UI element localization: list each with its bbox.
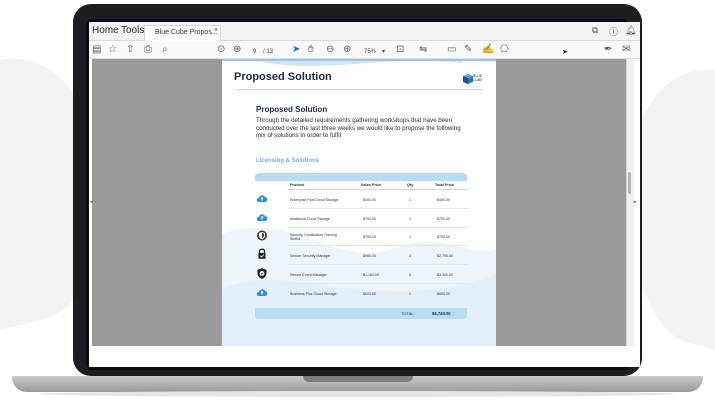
zoom-out-icon[interactable]: ⊖ (326, 43, 334, 56)
cloud-upload-icon (256, 289, 268, 296)
cloud-upload-icon (256, 214, 268, 221)
select-cursor-icon[interactable]: ➤ (292, 43, 300, 56)
left-panel-toggle-icon[interactable]: ◂ (90, 199, 93, 205)
sales-price: $900.00 (363, 254, 376, 258)
laptop-notch (303, 376, 413, 382)
page-down-icon[interactable]: ⊕ (233, 43, 241, 56)
total-price: $400.00 (437, 198, 450, 202)
toolbar: ▤ ☆ ⇧ ⎙ ⌕ ⊙ ⊕ 9 / 13 ➤ ✋︎ ⊖ ⊕ 75% ▾ ⊡ ⇋ … (89, 41, 640, 59)
total-value: $5,749.00 (432, 311, 451, 316)
stamp-icon[interactable]: ⎔ (500, 43, 509, 56)
total-label: TOTAL: (401, 311, 415, 316)
row-divider (288, 227, 468, 228)
licensing-title: Licensing & Solutions (256, 158, 320, 164)
row-divider (288, 245, 468, 246)
section-title: Proposed Solution (256, 105, 328, 114)
total-price: $600.00 (437, 292, 450, 296)
fill-sign-icon[interactable]: ✒ (604, 43, 612, 56)
scroll-mode-icon[interactable]: ⇋ (419, 43, 427, 56)
padlock-icon (258, 248, 266, 259)
help-icon[interactable]: ⓘ (609, 25, 618, 38)
total-price: $2,700.00 (437, 254, 453, 258)
fit-page-icon[interactable]: ⊡ (396, 43, 404, 56)
print-icon[interactable]: ⎙ (144, 43, 152, 56)
product-name: Business Plus Cloud Storage (290, 292, 337, 296)
sales-price: $400.00 (363, 198, 376, 202)
product-name: Secure Event Manager (290, 273, 327, 277)
viewer-margin-right (496, 59, 626, 346)
menu-bar: Home Tools Blue Cube Propos... × ⧉ ⓘ 🔔︎ (89, 22, 640, 41)
intro-paragraph: Through the detailed requirements gather… (256, 117, 461, 139)
upload-cloud-icon[interactable]: ⇧ (126, 43, 134, 56)
quantity: 1 (409, 292, 411, 296)
row-divider (288, 283, 468, 284)
row-divider (288, 208, 468, 209)
save-icon[interactable]: ▤ (92, 43, 101, 56)
document-tab[interactable]: Blue Cube Propos... (144, 25, 221, 41)
sales-price: $1,100.00 (363, 273, 379, 277)
menu-home[interactable]: Home (92, 25, 119, 36)
column-header-product: Product (290, 183, 305, 187)
product-name: Security Certification Training Sheild (290, 233, 337, 241)
quantity: 3 (409, 273, 411, 277)
share-screen-icon[interactable]: ⧉ (592, 25, 598, 36)
row-divider (288, 264, 468, 265)
laptop-shadow (40, 391, 675, 397)
total-price: $700.00 (437, 217, 450, 221)
zoom-in-icon[interactable]: ⊕ (343, 43, 351, 56)
column-header-qty: Qty (407, 183, 414, 187)
divider (234, 89, 484, 90)
product-name: Additional Cloud Storage (290, 217, 330, 221)
page-count: / 13 (263, 49, 274, 55)
menu-tools[interactable]: Tools (121, 25, 144, 36)
zoom-dropdown-icon[interactable]: ▾ (382, 46, 385, 59)
zoom-level[interactable]: 75% (364, 46, 376, 59)
laptop-screen: Home Tools Blue Cube Propos... × ⧉ ⓘ 🔔︎ … (89, 22, 640, 367)
quantity: 1 (409, 235, 411, 239)
hand-tool-icon[interactable]: ✋︎ (308, 43, 314, 56)
status-strip (89, 346, 640, 367)
notification-bell-icon[interactable]: 🔔︎ (625, 25, 636, 36)
sales-price: $700.00 (363, 217, 376, 221)
shield-check-icon (257, 268, 267, 279)
product-name: Enterprise Plus Cloud Storage (290, 198, 339, 202)
sales-price: $799.00 (363, 235, 376, 239)
search-icon[interactable]: ⌕ (162, 43, 168, 56)
column-header-total-price: Total Price (435, 183, 455, 187)
page-up-icon[interactable]: ⊙ (217, 43, 225, 56)
document-tab-title: Blue Cube Propos... (155, 29, 218, 36)
pdf-page: Proposed Solution BLUE CUBE Proposed Solu… (222, 59, 496, 346)
shield-badge-icon (257, 230, 267, 241)
page-top-accent (222, 59, 496, 61)
quantity: 1 (409, 217, 411, 221)
total-price: $799.00 (437, 235, 450, 239)
sign-icon[interactable]: ✍ (482, 43, 494, 56)
mouse-cursor-icon: ➤ (562, 49, 568, 56)
bookmark-star-icon[interactable]: ☆ (108, 43, 117, 56)
logo-text: BLUE CUBE (473, 74, 483, 82)
column-header-sales-price: Sales Price (361, 183, 382, 187)
quantity: 3 (409, 254, 411, 258)
total-price: $3,300.00 (437, 273, 453, 277)
scrollbar-thumb[interactable] (628, 172, 631, 194)
highlight-pen-icon[interactable]: ✎ (464, 43, 472, 56)
sales-price: $600.00 (363, 292, 376, 296)
viewer-margin-left (92, 59, 222, 346)
email-icon[interactable]: ✉ (622, 43, 630, 56)
header-divider (288, 189, 468, 190)
right-panel-toggle-icon[interactable]: ◂ (633, 199, 636, 205)
comment-icon[interactable]: ▭ (447, 43, 456, 56)
product-name: Secure Security Manager (290, 254, 331, 258)
page-header-title: Proposed Solution (234, 71, 332, 83)
quantity: 1 (409, 198, 411, 202)
document-area: Proposed Solution BLUE CUBE Proposed Solu… (89, 59, 640, 367)
page-number-input[interactable]: 9 (253, 46, 256, 59)
tab-close-icon[interactable]: × (214, 27, 218, 34)
table-top-band (255, 173, 467, 181)
cloud-upload-icon (256, 195, 268, 202)
